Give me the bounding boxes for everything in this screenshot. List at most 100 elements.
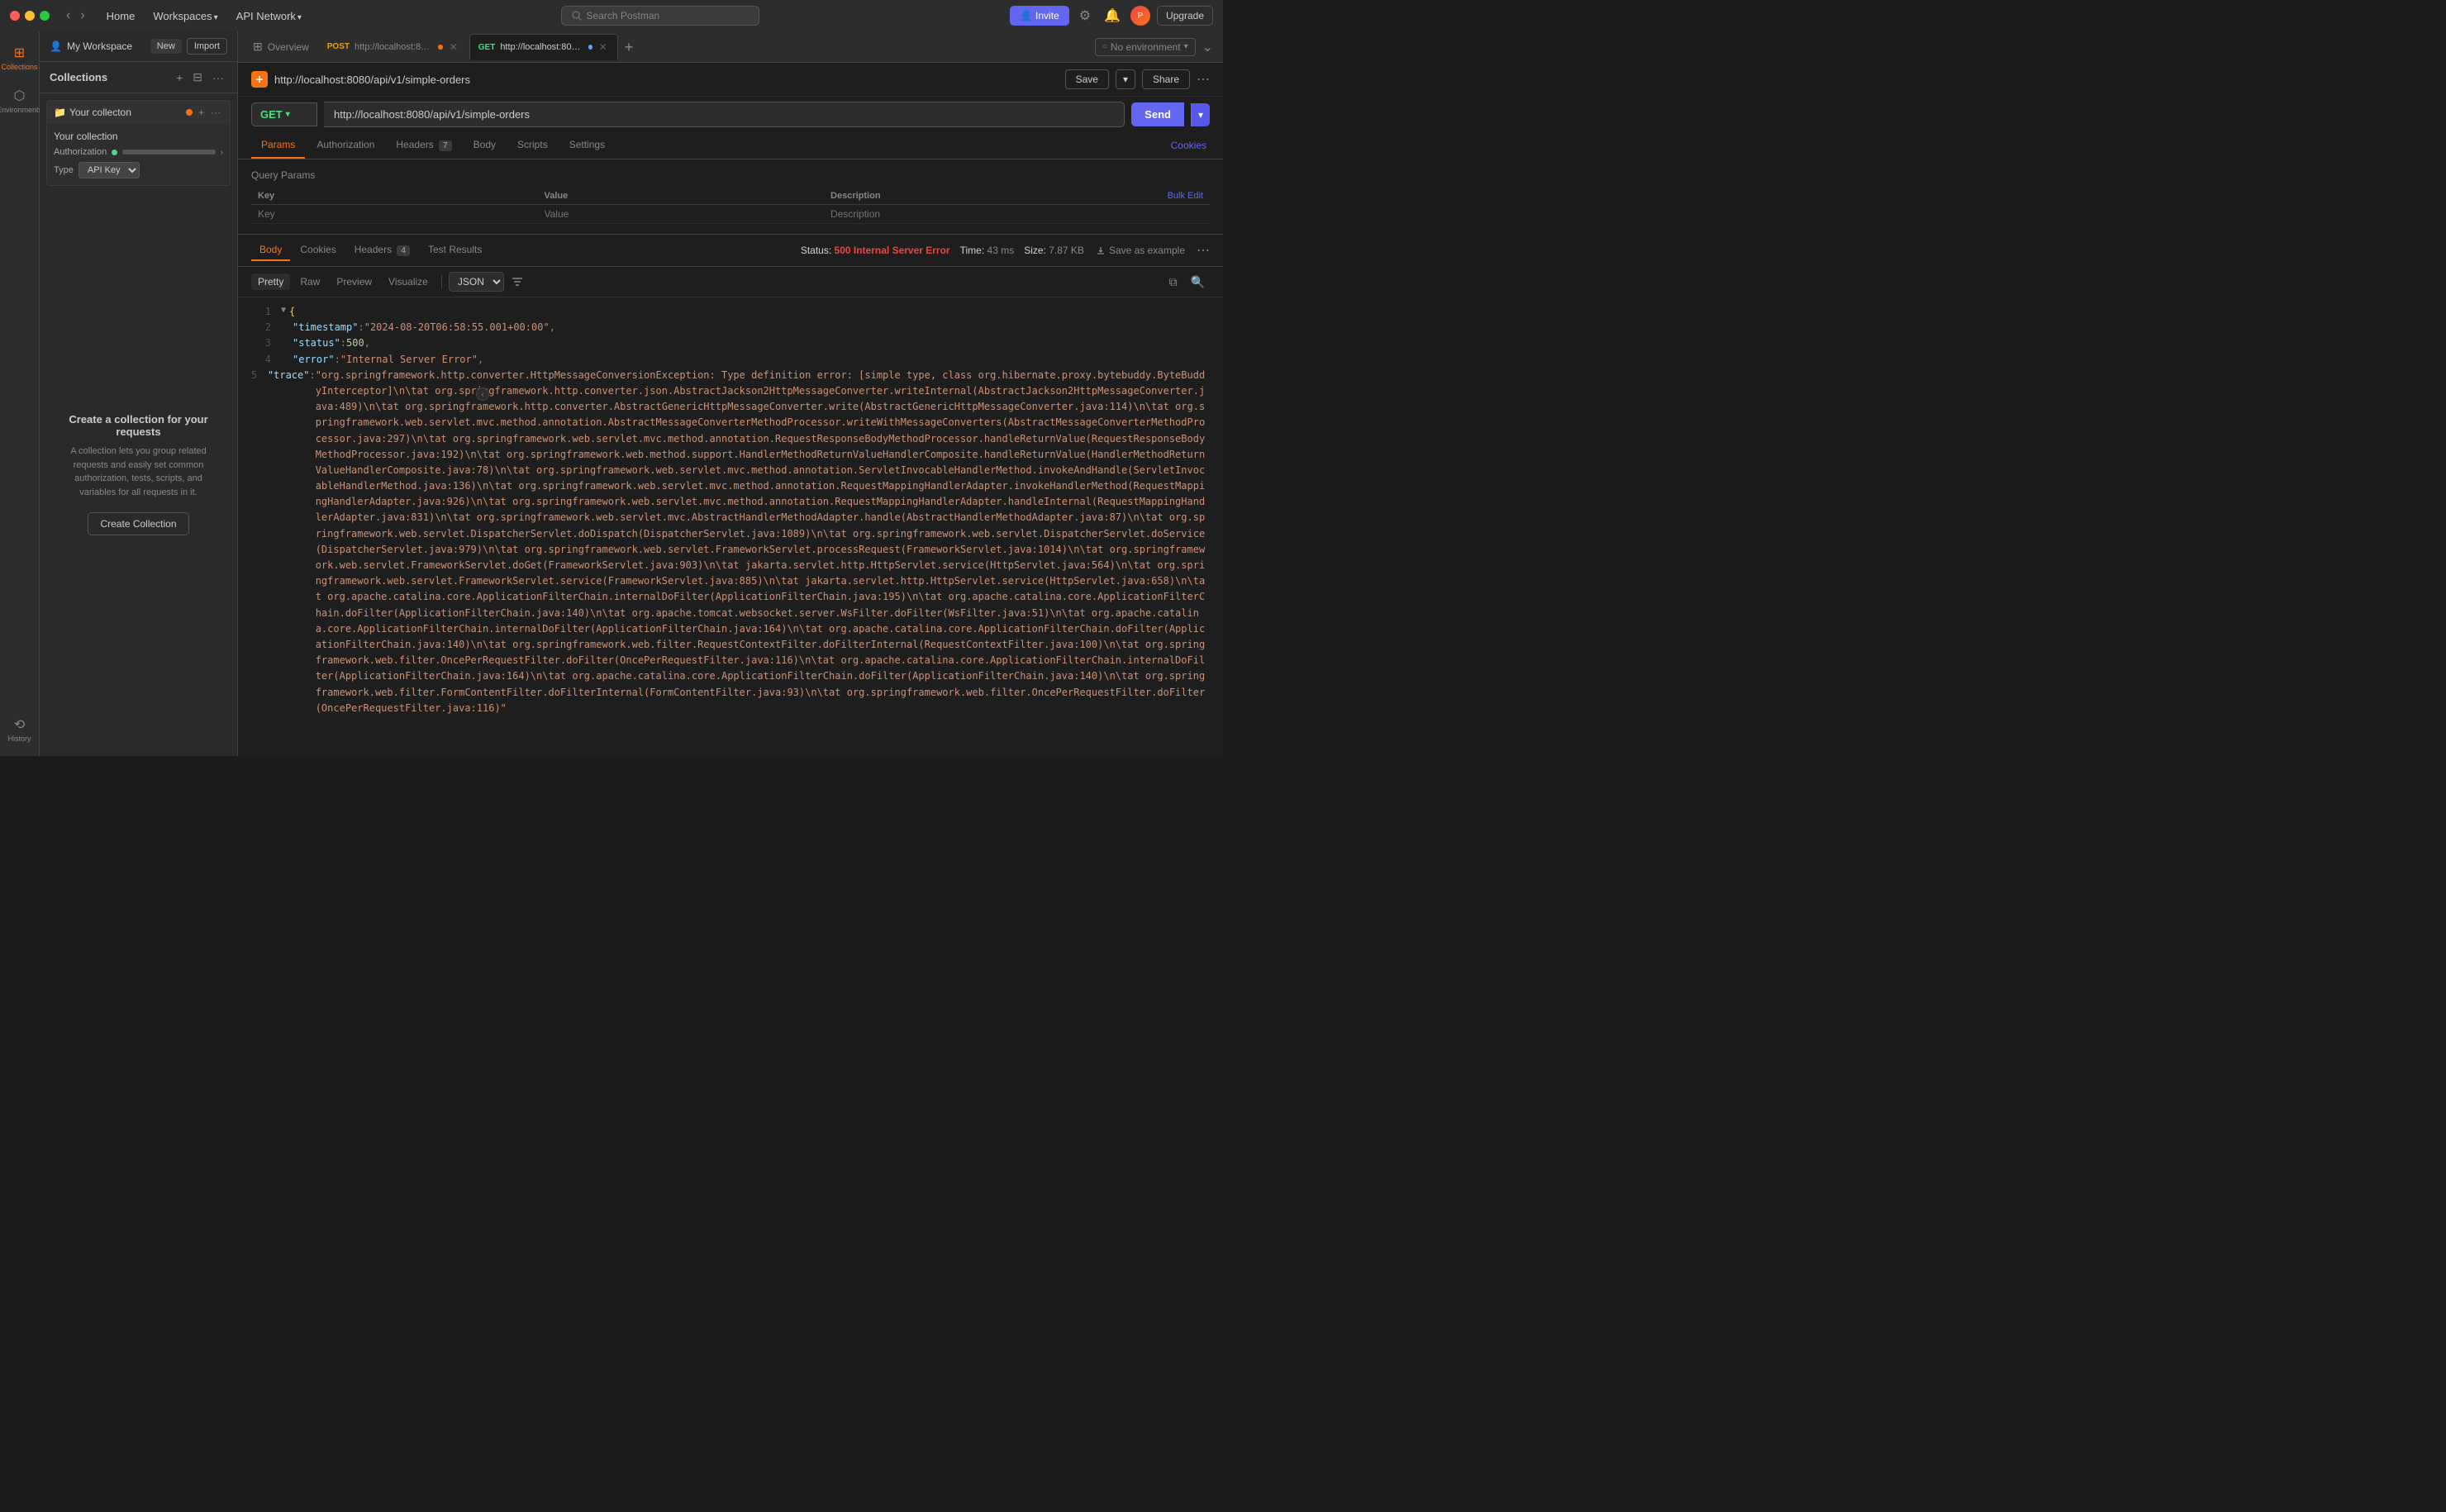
params-table: Key Value Description Bulk Edit [251,188,1210,224]
app-body: ⊞ Collections ⬡ Environments ⟲ History 👤… [0,31,1223,756]
tab-body[interactable]: Body [464,132,506,159]
request-breadcrumb-bar: http://localhost:8080/api/v1/simple-orde… [238,63,1223,97]
toggle-sidebar-button[interactable]: ‹ [476,388,489,401]
send-button[interactable]: Send [1131,102,1184,126]
resp-tab-headers[interactable]: Headers 4 [346,240,418,261]
history-icon: ⟲ [14,716,25,733]
save-button[interactable]: Save [1065,69,1109,89]
tab-overview[interactable]: ⊞ Overview [245,34,317,60]
desc-column-header: Description [824,188,1111,205]
sidebar-item-collections[interactable]: ⊞ Collections [2,38,38,78]
tabs-more-button[interactable]: ⌄ [1199,36,1216,59]
tab-params[interactable]: Params [251,132,305,159]
time-label: Time: 43 ms [960,245,1015,256]
json-line-3: 3 "status" : 500 , [251,335,1210,351]
url-row: GET ▾ Send ▾ [238,97,1223,132]
method-selector[interactable]: GET ▾ [251,102,317,126]
create-collection-button[interactable]: Create Collection [88,512,188,535]
search-response-button[interactable]: 🔍 [1186,273,1210,292]
collection-add-button[interactable]: + [196,106,207,119]
response-header: Body Cookies Headers 4 Test Results Stat… [238,235,1223,267]
more-options-button[interactable]: ··· [209,69,227,86]
copy-response-button[interactable]: ⧉ [1164,273,1183,292]
upgrade-button[interactable]: Upgrade [1157,6,1213,26]
import-button[interactable]: Import [187,38,227,55]
get-tab-close[interactable]: ✕ [597,41,609,53]
notifications-icon-button[interactable]: 🔔 [1101,4,1124,27]
auth-status-dot [112,150,117,155]
tabs-actions: ○ No environment ▾ ⌄ [1095,36,1216,59]
bulk-edit-button[interactable]: Bulk Edit [1168,191,1203,201]
filter-button[interactable]: ⊟ [189,69,206,86]
tab-headers[interactable]: Headers 7 [386,132,461,159]
back-button[interactable]: ‹ [63,7,74,24]
share-button[interactable]: Share [1142,69,1190,89]
maximize-button[interactable] [40,11,50,21]
json-format-select[interactable]: JSON XML Text [449,272,504,292]
format-preview-button[interactable]: Preview [330,273,378,290]
collection-header[interactable]: 📁 Your collecton + ··· [47,101,230,124]
new-button[interactable]: New [150,39,182,54]
panel-header-actions: + ⊟ ··· [173,69,227,86]
add-collection-button[interactable]: + [173,69,186,86]
titlebar-actions: 👤 Invite ⚙ 🔔 P Upgrade [1010,4,1213,27]
status-value: 500 Internal Server Error [835,245,950,256]
tab-post[interactable]: POST http://localhost:8080/ ✕ [319,34,468,60]
close-button[interactable] [10,11,20,21]
tab-get[interactable]: GET http://localhost:8080/ap... ✕ [469,34,618,60]
forward-button[interactable]: › [77,7,88,24]
search-box[interactable]: Search Postman [561,6,759,26]
param-key-input[interactable] [258,208,531,220]
resp-tab-test-results[interactable]: Test Results [420,240,490,261]
format-pretty-button[interactable]: Pretty [251,273,290,290]
cookies-link[interactable]: Cookies [1168,133,1210,158]
get-method-label: GET [478,43,496,52]
invite-button[interactable]: 👤 Invite [1010,6,1069,26]
more-request-button[interactable]: ⋯ [1197,71,1210,88]
type-select[interactable]: API Key [79,162,140,178]
format-visualize-button[interactable]: Visualize [382,273,435,290]
workspace-user-icon: 👤 [50,40,62,52]
sidebar-item-history[interactable]: ⟲ History [2,710,38,749]
tab-authorization[interactable]: Authorization [307,132,384,159]
json-expand-1[interactable]: ▼ [281,304,286,317]
send-dropdown-button[interactable]: ▾ [1191,103,1210,126]
workspaces-link[interactable]: Workspaces▾ [145,7,226,26]
tab-scripts[interactable]: Scripts [507,132,558,159]
query-params-title: Query Params [251,169,1210,181]
save-as-example-button[interactable]: Save as example [1091,242,1190,259]
collection-expanded: Your collection Authorization › Type API… [47,124,230,185]
empty-description: A collection lets you group related requ… [56,445,221,499]
collection-actions: + ··· [196,106,223,119]
format-raw-button[interactable]: Raw [293,273,326,290]
main-area: ⊞ Overview POST http://localhost:8080/ ✕… [238,31,1223,756]
post-tab-close[interactable]: ✕ [448,41,459,53]
collection-name: Your collecton [69,107,183,118]
home-link[interactable]: Home [98,7,144,26]
tab-settings[interactable]: Settings [559,132,615,159]
resp-tab-body[interactable]: Body [251,240,290,261]
settings-icon-button[interactable]: ⚙ [1076,4,1094,27]
sidebar-item-environments[interactable]: ⬡ Environments [2,81,38,121]
api-network-link[interactable]: API Network▾ [228,7,310,26]
minimize-button[interactable] [25,11,35,21]
response-more-button[interactable]: ⋯ [1197,242,1210,259]
postman-icon: P [1130,6,1150,26]
type-row: Type API Key [54,162,223,178]
type-label: Type [54,165,74,175]
save-dropdown-button[interactable]: ▾ [1116,69,1135,89]
format-separator [441,275,442,288]
save-icon [1096,245,1106,255]
auth-bar [122,150,215,155]
response-tabs: Body Cookies Headers 4 Test Results [251,240,490,261]
environment-selector[interactable]: ○ No environment ▾ [1095,38,1196,56]
auth-label: Authorization [54,147,107,157]
request-tabs: Params Authorization Headers 7 Body Scri… [238,132,1223,159]
resp-tab-cookies[interactable]: Cookies [292,240,344,261]
url-input[interactable] [324,102,1125,127]
param-value-input[interactable] [545,208,818,220]
folder-icon: 📁 [54,107,66,118]
new-tab-button[interactable]: + [620,40,639,55]
param-desc-input[interactable] [830,208,1104,220]
collection-more-button[interactable]: ··· [208,106,223,119]
